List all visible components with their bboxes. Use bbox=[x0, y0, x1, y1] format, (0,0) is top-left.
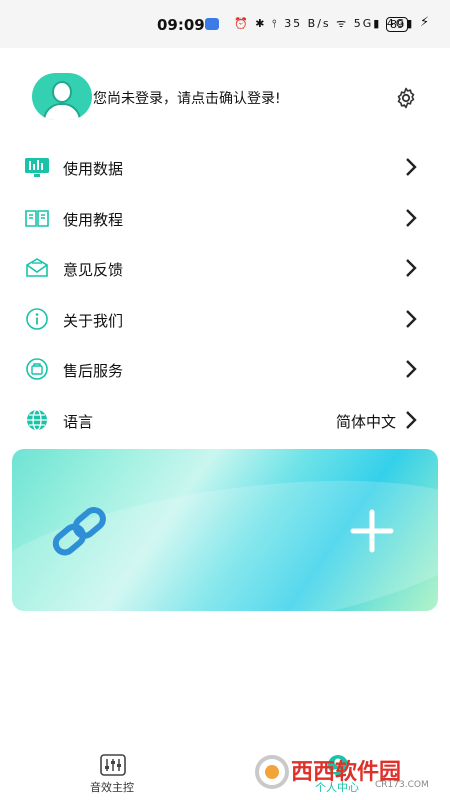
tutorial-book-icon bbox=[25, 209, 49, 227]
tab-sound-control[interactable]: 音效主控 bbox=[67, 752, 157, 798]
link-icon bbox=[52, 507, 106, 556]
login-prompt[interactable]: 您尚未登录，请点击确认登录! bbox=[93, 88, 281, 108]
chevron-right-icon bbox=[406, 410, 417, 429]
menu-item-feedback[interactable]: 意见反馈 bbox=[0, 243, 450, 294]
gear-icon[interactable] bbox=[394, 86, 418, 110]
current-language: 简体中文 bbox=[336, 412, 397, 431]
notification-icon bbox=[205, 18, 219, 30]
feedback-mail-icon bbox=[26, 258, 48, 277]
globe-icon bbox=[27, 408, 47, 431]
info-icon bbox=[26, 307, 48, 330]
chevron-right-icon bbox=[406, 259, 417, 277]
menu-item-label: 使用教程 bbox=[63, 210, 124, 229]
menu-item-label: 使用数据 bbox=[63, 160, 124, 178]
charging-icon: ⚡ bbox=[420, 15, 430, 30]
menu-item-tutorial[interactable]: 使用教程 bbox=[0, 193, 450, 244]
equalizer-icon bbox=[100, 754, 126, 776]
settings-menu: 使用数据 使用教程 意见反馈 关于我们 售后服务 语言 简体中文 bbox=[0, 142, 450, 445]
watermark-emblem bbox=[255, 755, 289, 789]
status-time: 09:09 bbox=[157, 16, 205, 34]
watermark-logo: 西西软件园 CR173.COM bbox=[255, 748, 445, 798]
watermark-subtext: CR173.COM bbox=[375, 780, 429, 790]
connect-device-card[interactable] bbox=[12, 449, 438, 611]
chevron-right-icon bbox=[406, 158, 417, 176]
menu-item-label: 语言 bbox=[63, 412, 94, 431]
menu-item-label: 意见反馈 bbox=[63, 261, 124, 279]
tab-label: 音效主控 bbox=[90, 781, 134, 794]
menu-item-label: 售后服务 bbox=[63, 362, 124, 380]
chevron-right-icon bbox=[406, 309, 417, 328]
menu-item-after-sales[interactable]: 售后服务 bbox=[0, 344, 450, 395]
usage-data-icon bbox=[25, 158, 49, 177]
plus-icon[interactable] bbox=[350, 509, 394, 553]
after-sales-icon bbox=[26, 358, 48, 380]
menu-item-label: 关于我们 bbox=[63, 311, 124, 330]
menu-item-usage-data[interactable]: 使用数据 bbox=[0, 142, 450, 193]
status-bar: 09:09 ⏰ ✱ ⫯ 35 B/s ᯤ 5G▮ 4G▮ 89 ⚡ bbox=[0, 0, 450, 48]
battery-level: 89 bbox=[386, 17, 408, 32]
menu-item-language[interactable]: 语言 简体中文 bbox=[0, 395, 450, 446]
chevron-right-icon bbox=[406, 208, 417, 227]
user-avatar-icon[interactable] bbox=[32, 73, 92, 120]
chevron-right-icon bbox=[406, 360, 417, 378]
menu-item-about-us[interactable]: 关于我们 bbox=[0, 294, 450, 345]
